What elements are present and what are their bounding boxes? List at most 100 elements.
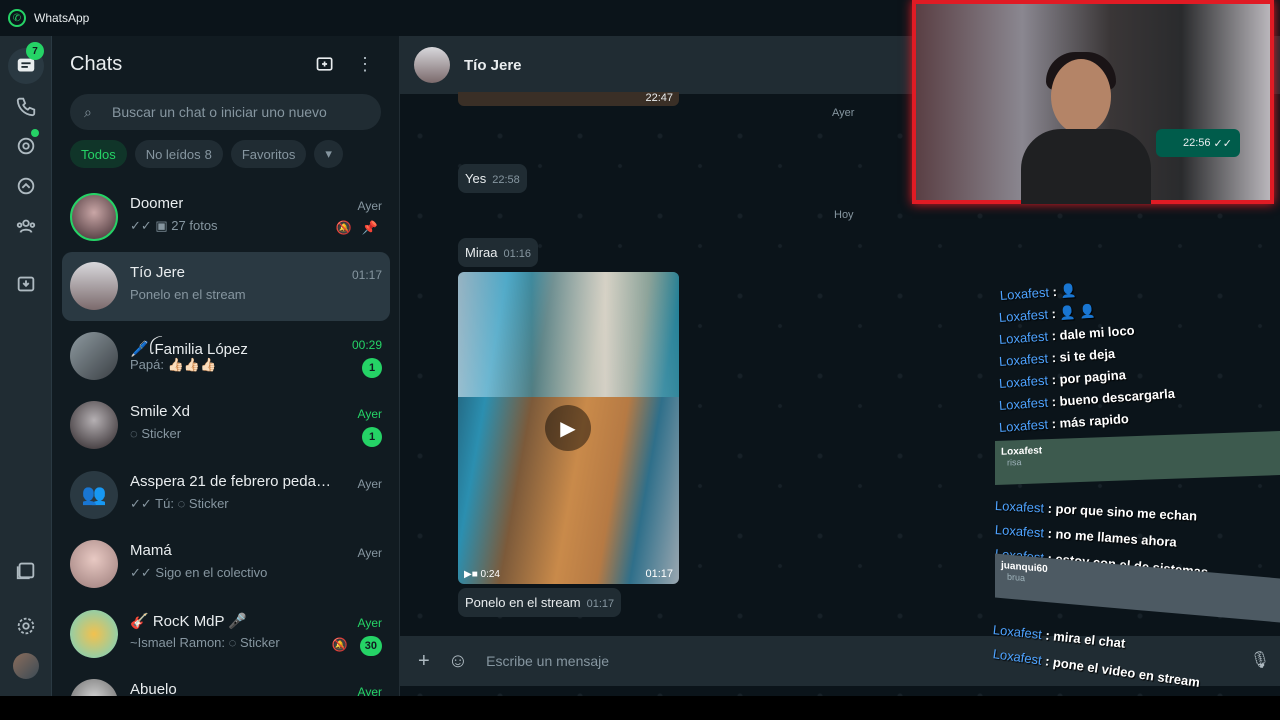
contact-avatar[interactable] xyxy=(414,47,450,83)
day-separator: Hoy xyxy=(834,209,854,221)
video-duration: ▶■ 0:24 xyxy=(464,569,500,580)
chat-name: Doomer xyxy=(130,194,184,212)
chat-time: Ayer xyxy=(357,198,382,213)
profile-avatar[interactable] xyxy=(8,648,44,684)
filter-no-leidos-count: 8 xyxy=(204,146,212,162)
filter-favoritos[interactable]: Favoritos xyxy=(230,140,307,168)
video-message[interactable]: ▶ ▶■ 0:24 01:17 xyxy=(458,272,679,584)
message-bubble[interactable]: Miraa 01:16 xyxy=(458,238,539,267)
chat-item-mama[interactable]: Mamá Ayer ✓✓ Sigo en el colectivo xyxy=(62,530,390,600)
webcam-person-face xyxy=(1051,59,1111,134)
chat-item-rock-mdp[interactable]: 🎸 RocK MdP 🎤 Ayer ~Ismael Ramon: ◌ Stick… xyxy=(62,599,390,669)
whatsapp-logo-icon: ✆ xyxy=(8,9,26,27)
chat-time: 00:29 xyxy=(351,337,382,352)
whatsapp-window: ✆ WhatsApp 7 Chats ⋮ ⌕ Buscar un chat o … xyxy=(0,0,1280,696)
chat-time: Ayer xyxy=(357,476,382,491)
communities-icon[interactable] xyxy=(8,208,44,244)
avatar xyxy=(70,609,118,658)
video-thumbnail xyxy=(458,272,679,397)
stream-chat-line: Loxafest : 👤 xyxy=(999,282,1078,303)
chat-list: Doomer Ayer ✓✓ ▣ 27 fotos 🔕 📌 Tío Jere 0… xyxy=(52,182,400,696)
message-bubble[interactable]: Yes 22:58 xyxy=(458,164,527,193)
message-input[interactable]: Escribe un mensaje xyxy=(486,653,609,669)
filter-chips: Todos No leídos 8 Favoritos ▾ xyxy=(52,130,399,168)
message-time: 22:47 xyxy=(645,92,673,104)
contact-name[interactable]: Tío Jere xyxy=(464,57,522,74)
chat-item-asspera[interactable]: 👥 Asspera 21 de febrero pedazo... Ayer ✓… xyxy=(62,460,390,530)
chat-name: Asspera 21 de febrero pedazo... xyxy=(130,472,338,490)
stream-chat-line: Loxafest : mira el chat xyxy=(992,622,1127,651)
chat-item-abuelo[interactable]: Abuelo Ayer xyxy=(62,669,390,696)
avatar xyxy=(70,192,118,241)
settings-gear-icon[interactable] xyxy=(8,608,44,644)
search-input[interactable]: ⌕ Buscar un chat o iniciar uno nuevo xyxy=(70,94,381,130)
chat-preview: ✓✓ Sigo en el colectivo xyxy=(130,565,268,581)
avatar xyxy=(70,262,118,311)
status-new-dot xyxy=(31,129,39,137)
chat-time: Ayer xyxy=(357,407,382,422)
day-separator: Ayer xyxy=(832,107,855,119)
chat-item-familia-lopez[interactable]: 🖊️ꪶFamilia López 00:29 Papá: 👍🏻👍🏻👍🏻 1 xyxy=(62,321,390,391)
streamer-webcam-overlay: 22:56 ✓✓ xyxy=(912,0,1274,204)
filter-todos[interactable]: Todos xyxy=(70,140,127,168)
sidebar-title: Chats xyxy=(70,52,123,75)
chat-preview: Papá: 👍🏻👍🏻👍🏻 xyxy=(130,356,217,372)
filter-no-leidos-label: No leídos xyxy=(145,146,201,162)
webcam-visible-message-time: 22:56 xyxy=(1182,137,1211,149)
group-default-icon: 👥 xyxy=(70,470,118,519)
message-bubble[interactable]: Ponelo en el stream 01:17 xyxy=(458,588,622,617)
chat-name: Tío Jere xyxy=(130,264,186,282)
chat-name: Mamá xyxy=(130,542,172,560)
letterbox-bar xyxy=(0,696,1280,720)
filter-no-leidos[interactable]: No leídos 8 xyxy=(134,140,223,168)
chat-time: Ayer xyxy=(357,615,382,630)
chat-preview: ◌ Sticker xyxy=(130,426,182,442)
stream-chat-line: Loxafest : más rapido xyxy=(998,410,1130,435)
chat-preview: Ponelo en el stream xyxy=(130,287,246,303)
calls-icon[interactable] xyxy=(8,88,44,124)
search-placeholder: Buscar un chat o iniciar uno nuevo xyxy=(112,104,327,120)
channels-icon[interactable] xyxy=(8,168,44,204)
stream-chat-line: Loxafest : bueno descargarla xyxy=(998,385,1176,413)
message-text: Miraa xyxy=(465,245,498,260)
chat-item-tio-jere[interactable]: Tío Jere 01:17 Ponelo en el stream xyxy=(62,251,390,321)
chat-name: Smile Xd xyxy=(130,403,191,421)
message-time: 01:17 xyxy=(586,598,615,610)
avatar xyxy=(70,401,118,450)
filter-todos-label: Todos xyxy=(81,146,116,162)
media-gallery-icon[interactable] xyxy=(8,552,44,588)
webcam-visible-message: 22:56 ✓✓ xyxy=(1156,129,1240,157)
chat-preview: ✓✓ Tú: ◌ Sticker xyxy=(130,495,229,511)
archived-icon[interactable] xyxy=(8,266,44,302)
emoji-icon[interactable]: ☺ xyxy=(448,650,468,673)
chat-name: Abuelo xyxy=(130,681,177,696)
filter-more-chevron-icon[interactable]: ▾ xyxy=(314,140,343,168)
stream-chat-line: Loxafest : 👤 👤 xyxy=(998,303,1096,325)
attach-plus-icon[interactable]: + xyxy=(418,650,430,673)
muted-icon: 🔕 xyxy=(335,219,352,235)
avatar xyxy=(70,540,118,589)
stream-chat-line: Loxafest : no me llames ahora xyxy=(994,522,1178,550)
new-chat-icon[interactable] xyxy=(309,48,341,80)
stream-chat-line: Loxafest : por pagina xyxy=(998,367,1127,391)
chat-preview: ~Ismael Ramon: ◌ Sticker xyxy=(130,634,280,650)
stream-chat-line: Loxafest : dale mi loco xyxy=(998,322,1136,347)
stream-chat-line: Loxafest : si te deja xyxy=(998,345,1116,369)
stream-chat-highlight: Loxafest risa xyxy=(995,431,1280,485)
previous-media-message[interactable]: 22:47 xyxy=(458,92,679,106)
play-icon[interactable]: ▶ xyxy=(545,405,591,451)
unread-badge: 30 xyxy=(359,635,382,656)
chat-item-smile-xd[interactable]: Smile Xd Ayer ◌ Sticker 1 xyxy=(62,391,390,461)
chat-preview: ✓✓ ▣ 27 fotos xyxy=(130,217,218,233)
message-time: 22:58 xyxy=(492,174,520,186)
video-duration-value: 0:24 xyxy=(480,569,500,580)
muted-icon: 🔕 xyxy=(331,636,348,652)
nav-rail: 7 xyxy=(0,36,52,696)
stream-chat-line: Loxafest : pone el video en stream xyxy=(991,646,1201,690)
message-text: Yes xyxy=(465,171,487,186)
chats-unread-badge: 7 xyxy=(26,42,44,60)
menu-kebab-icon[interactable]: ⋮ xyxy=(349,48,381,80)
chat-item-doomer[interactable]: Doomer Ayer ✓✓ ▣ 27 fotos 🔕 📌 xyxy=(62,182,390,252)
message-text: Ponelo en el stream xyxy=(465,595,581,610)
avatar xyxy=(70,331,118,380)
